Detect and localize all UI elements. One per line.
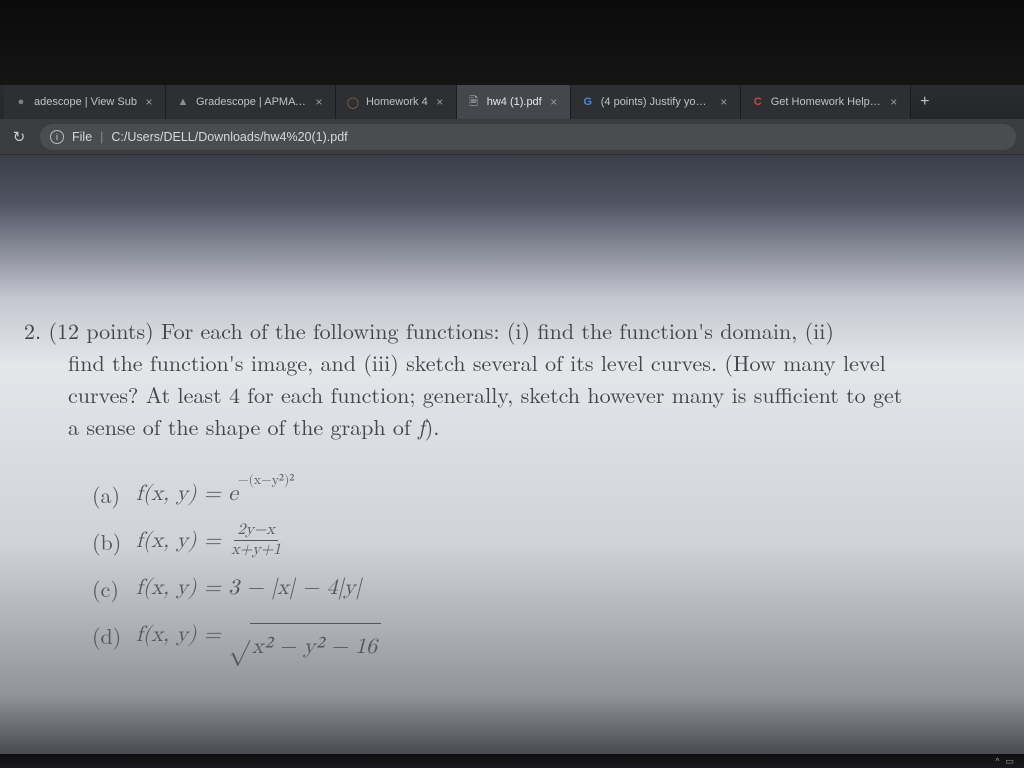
close-icon[interactable]: ×: [888, 96, 900, 108]
tab-chegg[interactable]: C Get Homework Help W… ×: [741, 85, 911, 119]
close-icon[interactable]: ×: [548, 96, 560, 108]
part-label: (d): [92, 612, 126, 659]
tab-label: Homework 4: [366, 96, 428, 108]
part-label: (a): [92, 471, 126, 518]
problem-points: (12 points): [48, 315, 153, 346]
windows-taskbar[interactable]: ^ ▭: [0, 754, 1024, 768]
site-info-icon[interactable]: i: [50, 130, 64, 144]
favicon-gradescope-icon: ▲: [176, 95, 190, 109]
problem-text-line4-tail: ).: [425, 411, 440, 442]
browser-tab-strip: ● adescope | View Sub × ▲ Gradescope | A…: [0, 85, 1024, 119]
battery-icon[interactable]: ▭: [1005, 756, 1014, 767]
tab-hw4-pdf[interactable]: 🗎 hw4 (1).pdf ×: [457, 85, 571, 119]
tab-label: Gradescope | APMA E3: [196, 96, 307, 108]
window-top-dark-area: [0, 0, 1024, 85]
tab-gradescope-apma[interactable]: ▲ Gradescope | APMA E3 ×: [166, 85, 336, 119]
part-label: (b): [92, 518, 126, 565]
pdf-viewport[interactable]: 2. (12 points) For each of the following…: [0, 155, 1024, 754]
part-b-expression: f(x, y) = 2y−xx+y+1: [136, 518, 284, 565]
part-a: (a) f(x, y) = e−(x−y²)²: [92, 471, 1006, 518]
pdf-page-content: 2. (12 points) For each of the following…: [0, 315, 1024, 672]
part-d-expression: f(x, y) = √x² − y² − 16: [136, 612, 381, 671]
tab-label: hw4 (1).pdf: [487, 96, 542, 108]
tab-homework4[interactable]: ◯ Homework 4 ×: [336, 85, 457, 119]
problem-text-line3: curves? At least 4 for each function; ge…: [24, 379, 1006, 411]
tray-caret-icon[interactable]: ^: [995, 756, 999, 766]
part-b: (b) f(x, y) = 2y−xx+y+1: [92, 518, 1006, 565]
close-icon[interactable]: ×: [143, 96, 155, 108]
new-tab-button[interactable]: +: [911, 85, 939, 119]
part-d: (d) f(x, y) = √x² − y² − 16: [92, 612, 1006, 671]
problem-text-line2: find the function's image, and (iii) ske…: [24, 347, 1006, 379]
reload-icon[interactable]: ↻: [8, 126, 30, 148]
favicon-circle-icon: ◯: [346, 95, 360, 109]
tab-google-search[interactable]: G (4 points) Justify your a… ×: [571, 85, 741, 119]
url-separator: |: [100, 130, 103, 144]
part-c: (c) f(x, y) = 3 − |x| − 4|y|: [92, 565, 1006, 612]
close-icon[interactable]: ×: [313, 96, 325, 108]
problem-text-line1: For each of the following functions: (i)…: [161, 315, 834, 346]
favicon-google-icon: G: [581, 95, 595, 109]
url-scheme: File: [72, 130, 92, 144]
tab-gradescope-view[interactable]: ● adescope | View Sub ×: [4, 85, 166, 119]
tab-label: Get Homework Help W…: [771, 96, 882, 108]
omnibox[interactable]: i File | C:/Users/DELL/Downloads/hw4%20(…: [40, 124, 1016, 150]
close-icon[interactable]: ×: [718, 96, 730, 108]
favicon-generic-icon: ●: [14, 95, 28, 109]
url-path: C:/Users/DELL/Downloads/hw4%20(1).pdf: [111, 130, 347, 144]
problem-parts: (a) f(x, y) = e−(x−y²)² (b) f(x, y) = 2y…: [24, 471, 1006, 672]
tab-label: adescope | View Sub: [34, 96, 137, 108]
favicon-file-icon: 🗎: [467, 95, 481, 109]
tab-label: (4 points) Justify your a…: [601, 96, 712, 108]
system-tray[interactable]: ^ ▭: [995, 756, 1014, 767]
part-label: (c): [92, 565, 126, 612]
favicon-chegg-icon: C: [751, 95, 765, 109]
close-icon[interactable]: ×: [434, 96, 446, 108]
problem-number: 2.: [24, 315, 41, 346]
part-a-expression: f(x, y) = e−(x−y²)²: [136, 471, 294, 518]
part-c-expression: f(x, y) = 3 − |x| − 4|y|: [136, 565, 361, 612]
problem-text-line4: a sense of the shape of the graph of: [68, 411, 418, 442]
problem-statement: 2. (12 points) For each of the following…: [24, 315, 1006, 443]
browser-address-bar: ↻ i File | C:/Users/DELL/Downloads/hw4%2…: [0, 119, 1024, 155]
